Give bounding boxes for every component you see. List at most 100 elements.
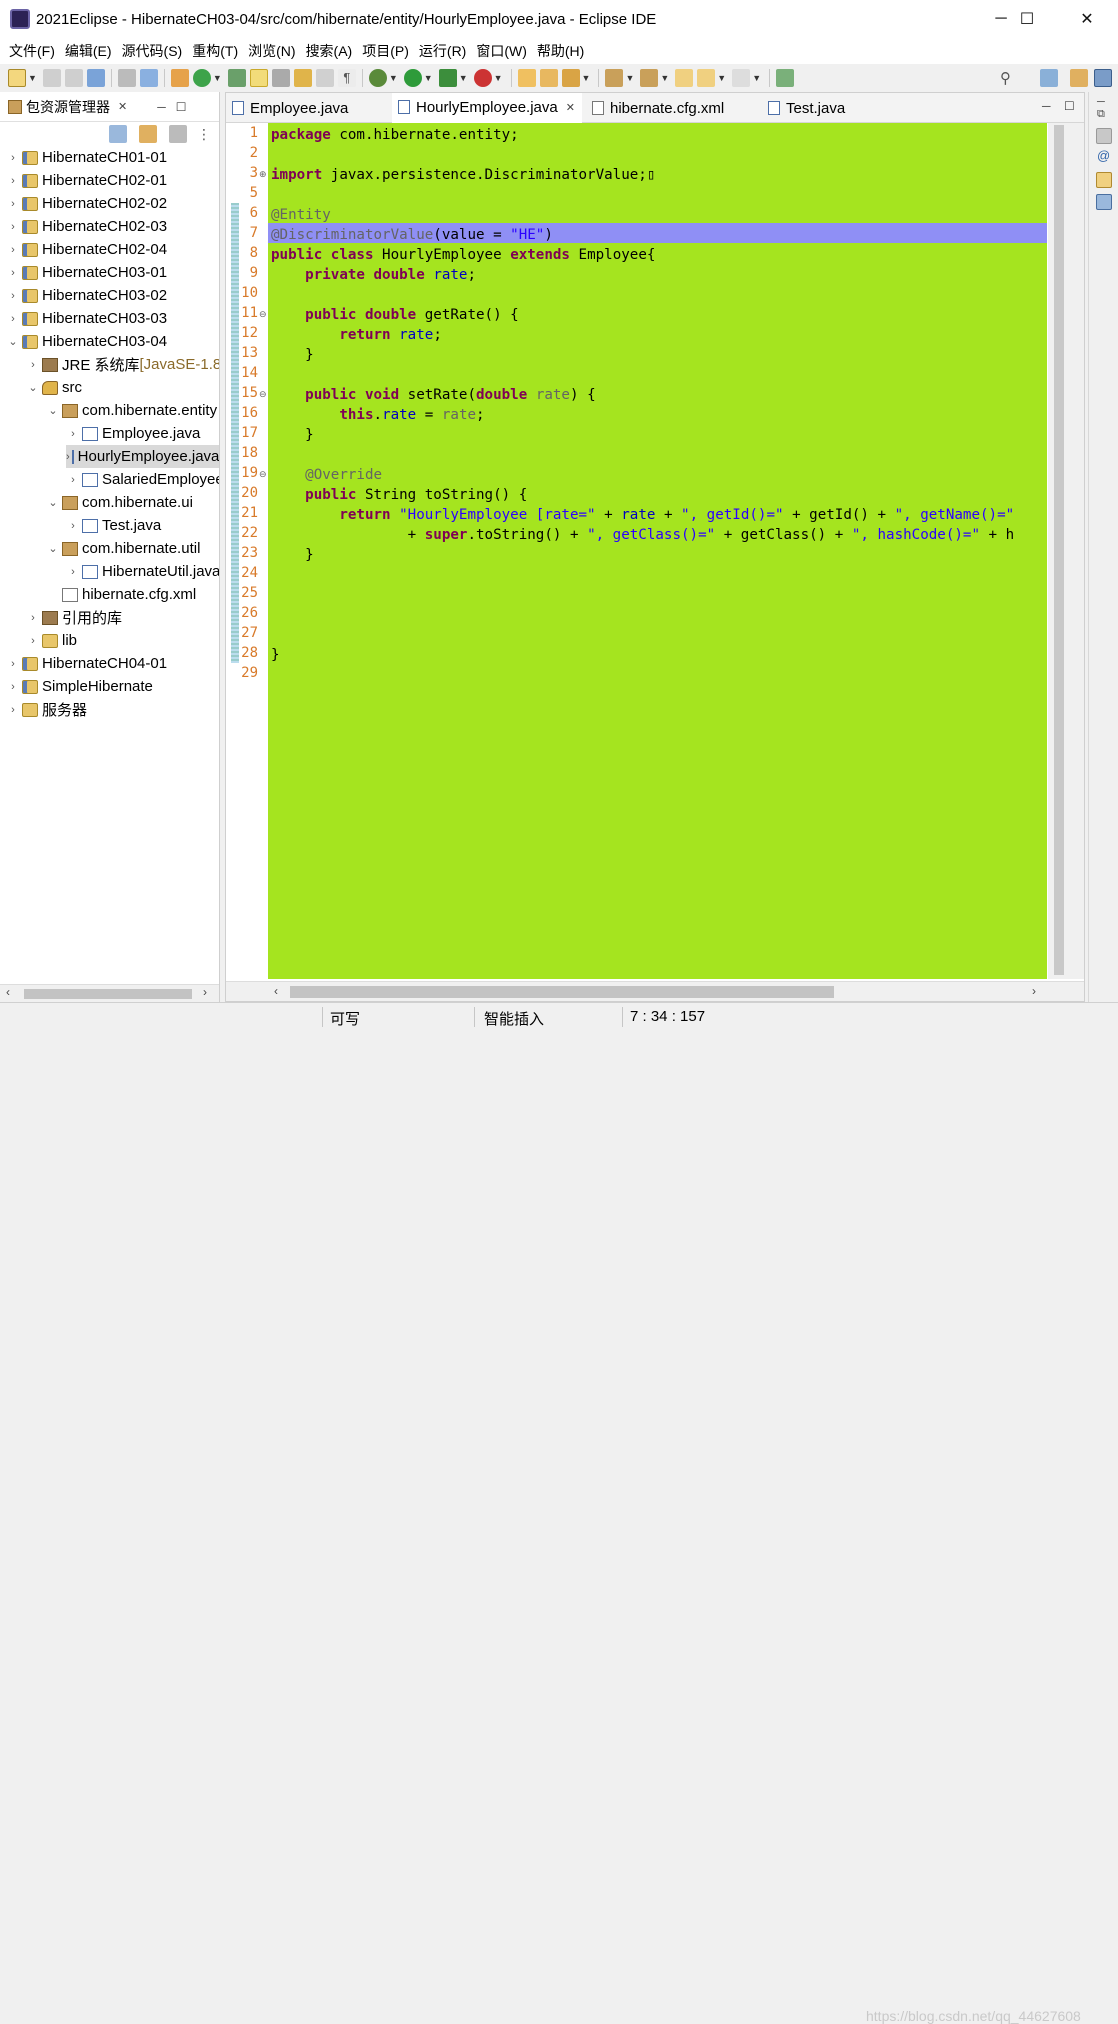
debug-dropdown-icon[interactable]: ▼ <box>389 73 398 83</box>
menu-refactor[interactable]: 重构(T) <box>187 41 243 61</box>
scroll-right-icon[interactable]: › <box>203 985 207 999</box>
expand-icon[interactable]: › <box>6 198 20 210</box>
collapse-fold-icon[interactable]: ⊖ <box>259 389 267 400</box>
menu-help[interactable]: 帮助(H) <box>532 41 589 61</box>
new-dropdown-icon[interactable]: ▼ <box>28 73 37 83</box>
run-icon[interactable] <box>403 69 422 87</box>
close-tab-icon[interactable]: ✕ <box>566 101 575 114</box>
code-area[interactable]: 1 package com.hibernate.entity; 2 3 ⊕ import … <box>226 123 1084 981</box>
scroll-left-icon[interactable]: ‹ <box>6 985 10 999</box>
expand-icon[interactable]: › <box>6 658 20 670</box>
editor-vertical-scrollbar[interactable] <box>1048 123 1084 979</box>
tab-hibernate-cfg-xml[interactable]: hibernate.cfg.xml <box>586 93 756 123</box>
debug-icon[interactable] <box>368 69 387 87</box>
collapse-icon[interactable]: ⌄ <box>46 542 60 555</box>
block-selection-icon[interactable] <box>315 69 334 87</box>
tree-item[interactable]: › HibernateCH03-02 <box>6 284 167 307</box>
skip-breakpoints-icon[interactable] <box>117 69 136 87</box>
search-icon[interactable]: ⚲ <box>1000 69 1011 87</box>
new-class-icon[interactable] <box>192 69 211 87</box>
next-annotation-icon[interactable] <box>605 69 624 87</box>
tree-item[interactable]: ⌄ HibernateCH03-04 <box>6 330 167 353</box>
scroll-right-icon[interactable]: › <box>1032 984 1036 998</box>
tree-item[interactable]: › SalariedEmployee.java <box>66 468 219 491</box>
minimize-trim-icon[interactable]: ─ <box>1097 96 1105 108</box>
build-icon[interactable] <box>561 69 580 87</box>
pin-editor-icon[interactable] <box>776 69 795 87</box>
last-edit-location-icon[interactable] <box>675 69 694 87</box>
expand-fold-icon[interactable]: ⊕ <box>259 169 267 180</box>
minimize-view-icon[interactable]: ─ <box>157 100 166 114</box>
maximize-editor-icon[interactable]: ☐ <box>1064 99 1075 113</box>
tree-item[interactable]: › HibernateCH04-01 <box>6 652 167 675</box>
previous-annotation-icon[interactable] <box>640 69 659 87</box>
tree-item[interactable]: ⌄ com.hibernate.entity <box>46 399 217 422</box>
console-icon[interactable] <box>86 69 105 87</box>
tree-item[interactable]: › HibernateUtil.java <box>66 560 219 583</box>
open-folder-icon[interactable] <box>539 69 558 87</box>
forward-dropdown-icon[interactable]: ▼ <box>752 73 761 83</box>
open-perspective-icon[interactable] <box>1040 69 1058 87</box>
tab-test-java[interactable]: Test.java <box>762 93 882 123</box>
tree-item[interactable]: › HibernateCH01-01 <box>6 146 167 169</box>
focus-icon[interactable] <box>169 125 187 143</box>
tree-item[interactable]: › SimpleHibernate <box>6 675 153 698</box>
vertical-scroll-thumb[interactable] <box>1054 125 1064 975</box>
tab-hourlyemployee-java[interactable]: HourlyEmployee.java ✕ <box>392 93 582 123</box>
tree-item[interactable]: › HourlyEmployee.java <box>66 445 219 468</box>
tree-item[interactable]: › HibernateCH02-03 <box>6 215 167 238</box>
forward-icon[interactable] <box>732 69 751 87</box>
maximize-view-icon[interactable]: ☐ <box>176 100 187 114</box>
package-explorer-tab[interactable]: 包资源管理器 ✕ ─ ☐ <box>0 92 219 122</box>
collapse-icon[interactable]: ⌄ <box>6 335 20 348</box>
expand-icon[interactable]: › <box>26 612 40 624</box>
outline-icon[interactable] <box>1096 128 1112 144</box>
console-view-icon[interactable] <box>1096 194 1112 210</box>
menu-window[interactable]: 窗口(W) <box>471 41 532 61</box>
mark-occurrences-icon[interactable] <box>271 69 290 87</box>
back-dropdown-icon[interactable]: ▼ <box>717 73 726 83</box>
expand-icon[interactable]: › <box>6 267 20 279</box>
tree-item[interactable]: ⌄ src <box>26 376 82 399</box>
tree-item[interactable]: › Employee.java <box>66 422 200 445</box>
expand-icon[interactable]: › <box>6 175 20 187</box>
tree-item[interactable]: › 引用的库 <box>26 606 122 629</box>
view-menu-icon[interactable]: ⋮ <box>197 126 211 143</box>
external-tools-icon[interactable] <box>473 69 492 87</box>
new-java-project-icon[interactable] <box>170 69 189 87</box>
save-icon[interactable] <box>42 69 61 87</box>
minimize-editor-icon[interactable]: ─ <box>1042 99 1051 113</box>
expand-icon[interactable]: › <box>26 359 40 371</box>
explorer-horizontal-scrollbar[interactable]: ‹ › <box>0 984 219 1002</box>
tree-item[interactable]: › Test.java <box>66 514 161 537</box>
javadoc-icon[interactable]: @ <box>1097 148 1110 163</box>
new-icon[interactable] <box>8 69 26 87</box>
tab-employee-java[interactable]: Employee.java <box>226 93 380 123</box>
highlight-icon[interactable] <box>249 69 268 87</box>
tree-item[interactable]: hibernate.cfg.xml <box>46 583 196 606</box>
java-perspective-icon[interactable] <box>1094 69 1112 87</box>
external-tools-dropdown-icon[interactable]: ▼ <box>494 73 503 83</box>
horizontal-scroll-thumb[interactable] <box>290 986 834 998</box>
expand-icon[interactable]: › <box>6 221 20 233</box>
maximize-button[interactable]: ☐ <box>1004 0 1050 38</box>
collapse-icon[interactable]: ⌄ <box>46 404 60 417</box>
open-type-icon[interactable] <box>227 69 246 87</box>
tree-item[interactable]: › JRE 系统库 [JavaSE-1.8] <box>26 353 219 376</box>
next-annotation-dropdown-icon[interactable]: ▼ <box>625 73 634 83</box>
tree-item[interactable]: ⌄ com.hibernate.util <box>46 537 200 560</box>
menu-edit[interactable]: 编辑(E) <box>60 41 117 61</box>
link-with-editor-icon[interactable] <box>139 125 157 143</box>
expand-icon[interactable]: › <box>66 451 70 463</box>
scroll-thumb[interactable] <box>24 989 192 999</box>
coverage-icon[interactable] <box>438 69 457 87</box>
collapse-all-icon[interactable] <box>109 125 127 143</box>
tree-item[interactable]: › HibernateCH03-03 <box>6 307 167 330</box>
expand-icon[interactable]: › <box>66 520 80 532</box>
close-button[interactable]: ✕ <box>1064 0 1110 38</box>
build-dropdown-icon[interactable]: ▼ <box>582 73 591 83</box>
coverage-dropdown-icon[interactable]: ▼ <box>459 73 468 83</box>
new-class-dropdown-icon[interactable]: ▼ <box>213 73 222 83</box>
tree-item[interactable]: › HibernateCH02-01 <box>6 169 167 192</box>
expand-icon[interactable]: › <box>66 428 80 440</box>
